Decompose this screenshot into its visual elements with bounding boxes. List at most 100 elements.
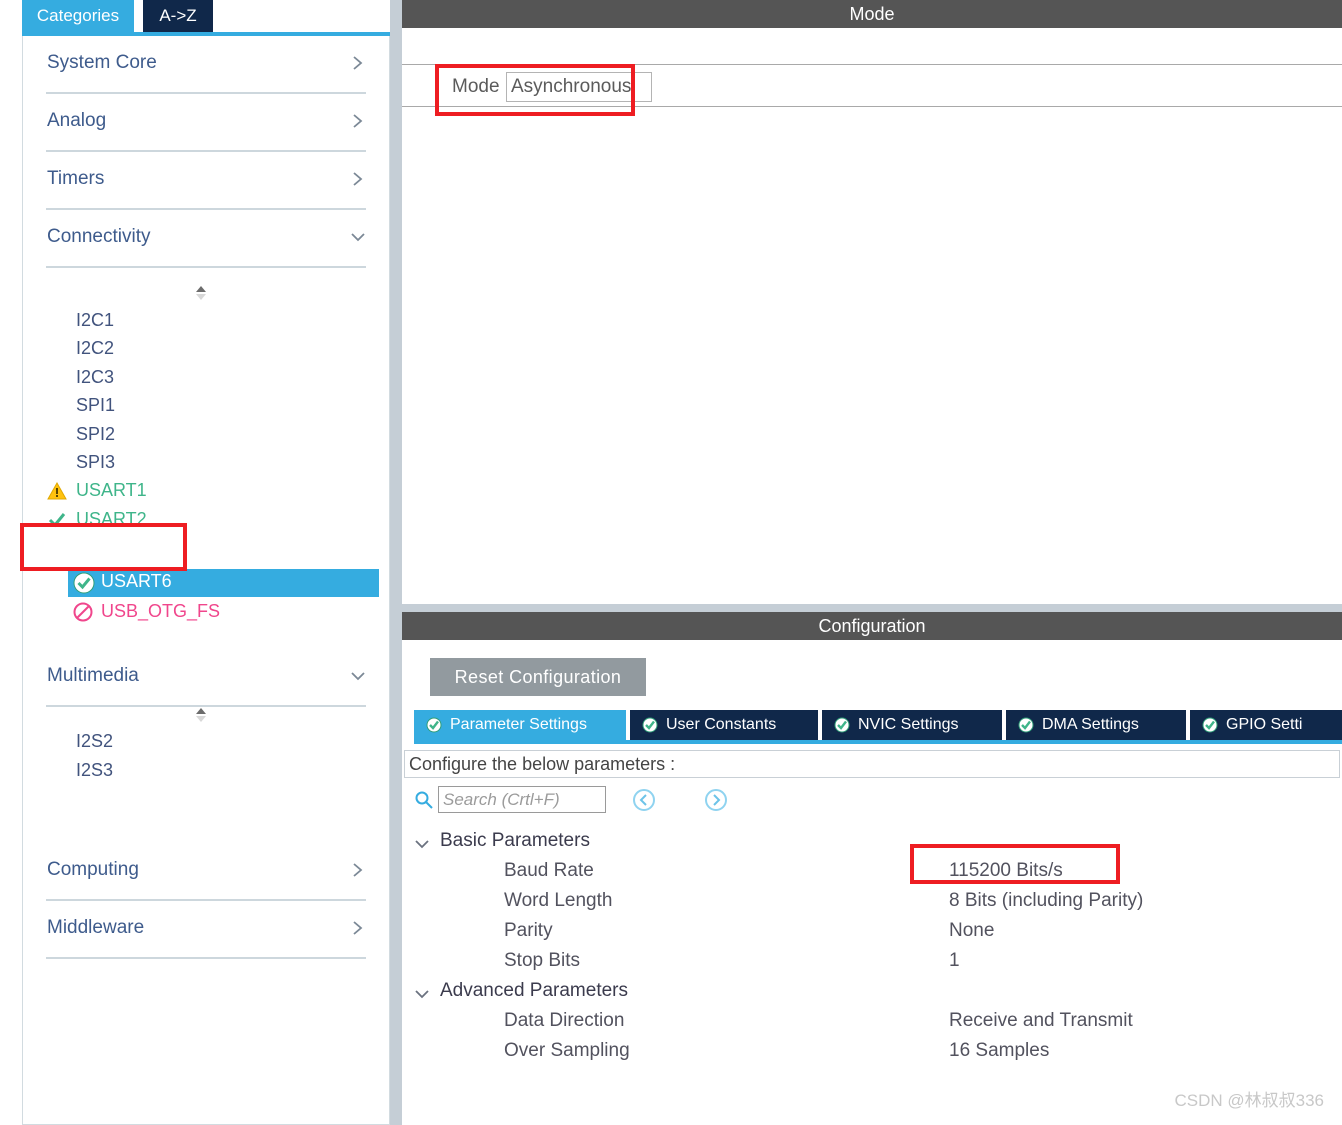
sidebar-item-multimedia[interactable]: Multimedia [23,649,389,707]
sidebar-item-analog[interactable]: Analog [23,94,389,152]
sidebar-peripheral-usart6[interactable]: USART6 [101,571,172,592]
parameter-key-stop-bits: Stop Bits [504,950,581,971]
chevron-down-icon [349,667,367,685]
reset-configuration-button[interactable]: Reset Configuration [430,658,646,696]
sidebar-peripheral-i2s3[interactable]: I2S3 [76,760,113,781]
search-next-icon[interactable] [704,788,728,817]
sidebar-item-timers-label: Timers [47,168,105,189]
configuration-tabbar: Parameter Settings User Constants NVIC S… [414,710,1342,740]
sidebar-panel-body: System Core Analog Timers Connectivity I… [22,36,390,1125]
sidebar-item-timers[interactable]: Timers [23,152,389,210]
tab-a-to-z-label: A->Z [159,6,197,25]
prohibition-icon [73,602,93,622]
peripheral-sidebar: Categories A->Z System Core Analog Timer… [0,0,390,1125]
sidebar-item-connectivity[interactable]: Connectivity [23,210,389,268]
configuration-note: Configure the below parameters : [404,750,1340,778]
tree-group-advanced-parameters-label: Advanced Parameters [440,980,628,1001]
parameter-key-word-length: Word Length [504,890,613,911]
tab-categories[interactable]: Categories [22,0,134,32]
sidebar-item-middleware[interactable]: Middleware [23,901,389,959]
sidebar-item-connectivity-label: Connectivity [47,226,151,247]
tab-dma-settings[interactable]: DMA Settings [1006,710,1188,740]
annotation-usart6 [20,523,187,571]
chevron-right-icon [349,861,367,879]
parameter-row-baud-rate[interactable]: Baud Rate 115200 Bits/s [414,858,1334,888]
reset-configuration-label: Reset Configuration [454,666,622,687]
sidebar-item-system-core[interactable]: System Core [23,36,389,94]
parameter-value-stop-bits: 1 [949,950,960,971]
sidebar-peripheral-spi1[interactable]: SPI1 [76,395,115,416]
scroll-spinner-icon[interactable] [191,706,211,724]
tree-group-advanced-parameters[interactable]: Advanced Parameters [414,978,1334,1008]
sidebar-item-system-core-label: System Core [47,52,157,73]
parameter-search-input[interactable] [438,786,606,813]
parameter-row-parity[interactable]: Parity None [414,918,1334,948]
sidebar-peripheral-spi3[interactable]: SPI3 [76,452,115,473]
chevron-right-icon [349,170,367,188]
sidebar-peripheral-i2c1[interactable]: I2C1 [76,310,114,331]
sidebar-item-analog-label: Analog [47,110,107,131]
parameter-value-data-direction: Receive and Transmit [949,1010,1133,1031]
scroll-spinner-icon[interactable] [191,284,211,302]
annotation-mode-field [435,64,635,116]
sidebar-peripheral-i2s2[interactable]: I2S2 [76,731,113,752]
check-circle-icon [1202,717,1218,733]
chevron-right-icon [349,919,367,937]
sidebar-item-multimedia-label: Multimedia [47,665,139,686]
configuration-tabbar-underline [414,740,1342,744]
warning-triangle-icon [47,481,67,501]
tab-user-constants-label: User Constants [666,716,777,733]
tab-parameter-settings[interactable]: Parameter Settings [414,710,628,740]
sidebar-peripheral-i2c3[interactable]: I2C3 [76,367,114,388]
search-previous-icon[interactable] [632,788,656,817]
tab-gpio-settings[interactable]: GPIO Setti [1190,710,1342,740]
sidebar-item-middleware-label: Middleware [47,917,145,938]
tree-group-basic-parameters[interactable]: Basic Parameters [414,828,1334,858]
parameter-key-data-direction: Data Direction [504,1010,625,1031]
tab-nvic-settings[interactable]: NVIC Settings [822,710,1004,740]
tab-dma-settings-label: DMA Settings [1042,716,1139,733]
sidebar-peripheral-usb-otg-fs[interactable]: USB_OTG_FS [101,601,220,622]
parameter-value-word-length: 8 Bits (including Parity) [949,890,1144,911]
chevron-right-icon [349,112,367,130]
check-circle-icon [642,717,658,733]
mode-section-title: Mode [849,3,895,24]
sidebar-item-computing-label: Computing [47,859,139,880]
tab-gpio-settings-label: GPIO Setti [1226,716,1303,733]
parameter-row-over-sampling[interactable]: Over Sampling 16 Samples [414,1038,1334,1068]
tree-group-basic-parameters-label: Basic Parameters [440,830,590,851]
check-circle-icon [426,717,442,733]
chevron-down-icon[interactable] [414,837,430,849]
parameter-row-stop-bits[interactable]: Stop Bits 1 [414,948,1334,978]
parameter-key-baud-rate: Baud Rate [504,860,594,881]
right-pane: Mode Mode Asynchronous Configuration Res… [390,0,1342,1125]
parameter-row-data-direction[interactable]: Data Direction Receive and Transmit [414,1008,1334,1038]
tab-user-constants[interactable]: User Constants [630,710,820,740]
divider [46,266,366,268]
check-circle-icon [1018,717,1034,733]
sidebar-peripheral-i2c2[interactable]: I2C2 [76,338,114,359]
configuration-section-header: Configuration [402,612,1342,640]
sidebar-item-computing[interactable]: Computing [23,843,389,901]
mode-section-header: Mode [402,0,1342,28]
sidebar-peripheral-usart1[interactable]: USART1 [76,480,147,501]
tab-categories-label: Categories [36,6,120,25]
chevron-down-icon[interactable] [414,987,430,999]
parameter-value-parity: None [949,920,995,941]
chevron-down-icon [349,228,367,246]
sidebar-peripheral-spi2[interactable]: SPI2 [76,424,115,445]
tab-parameter-settings-label: Parameter Settings [450,716,587,733]
tab-a-to-z[interactable]: A->Z [143,0,213,32]
app-root: Categories A->Z System Core Analog Timer… [0,0,1342,1125]
check-circle-icon [834,717,850,733]
configuration-note-label: Configure the below parameters : [409,753,676,774]
annotation-baud-rate [910,844,1120,884]
watermark: CSDN @林叔叔336 [1174,1091,1324,1110]
configuration-panel: Reset Configuration Parameter Settings U… [402,640,1342,1125]
parameter-key-over-sampling: Over Sampling [504,1040,630,1061]
configuration-section-title: Configuration [818,615,926,636]
tab-nvic-settings-label: NVIC Settings [858,716,959,733]
parameter-row-word-length[interactable]: Word Length 8 Bits (including Parity) [414,888,1334,918]
sidebar-tabstrip: Categories A->Z [0,0,390,36]
parameter-value-over-sampling: 16 Samples [949,1040,1050,1061]
